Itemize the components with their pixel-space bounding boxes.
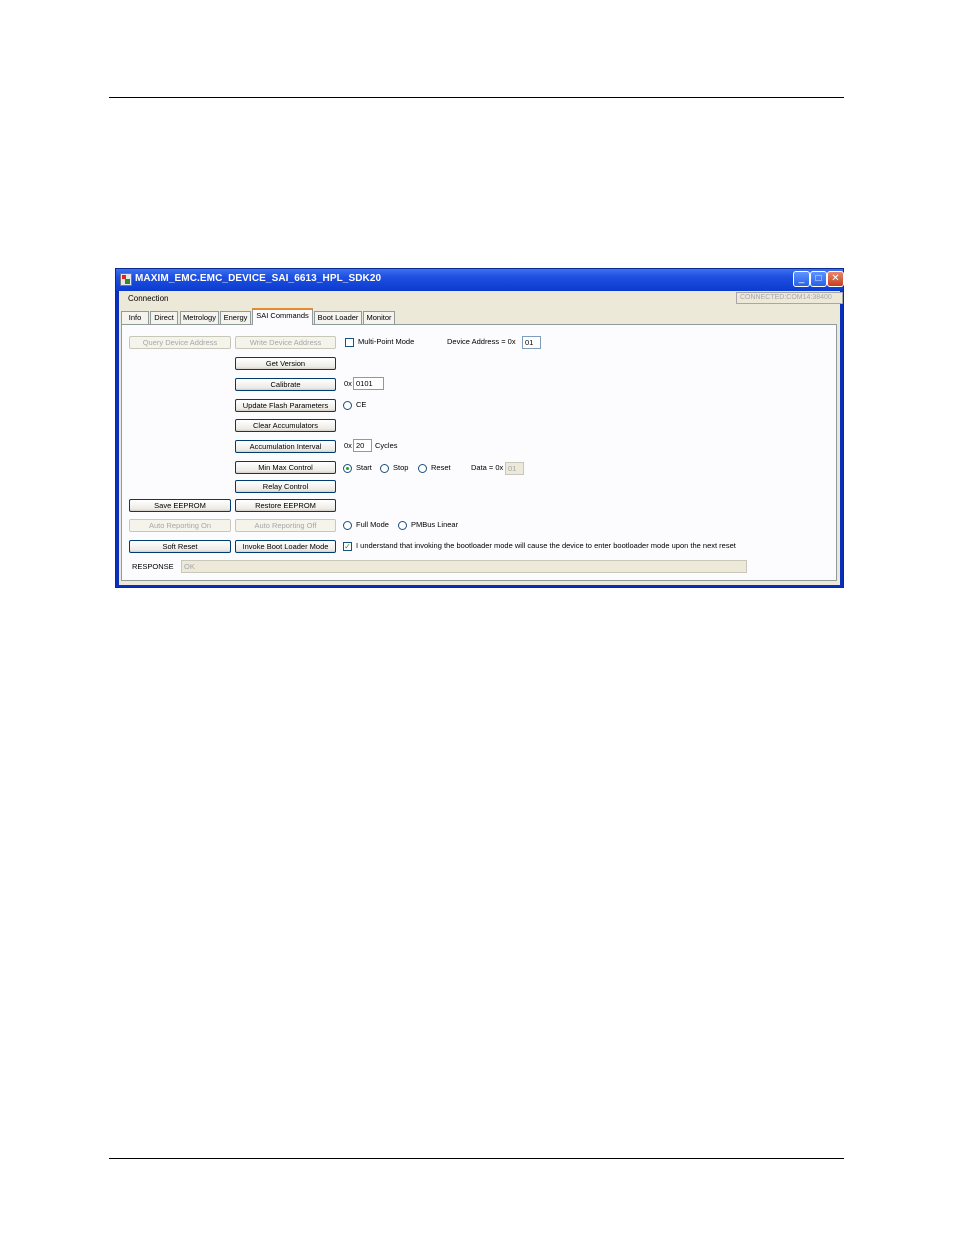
tab-energy[interactable]: Energy: [220, 311, 251, 324]
data-output: 01: [505, 462, 524, 475]
start-label: Start: [356, 463, 372, 472]
footer-rule: [109, 1158, 844, 1159]
sai-commands-panel: Query Device Address Write Device Addres…: [121, 324, 837, 581]
accumulation-interval-input[interactable]: 20: [353, 439, 372, 452]
interval-unit: Cycles: [375, 441, 398, 450]
multi-point-mode-label: Multi-Point Mode: [358, 337, 415, 346]
tab-metrology[interactable]: Metrology: [180, 311, 219, 324]
auto-reporting-on-button[interactable]: Auto Reporting On: [129, 519, 231, 532]
connection-status: CONNECTED:COM14:38400: [736, 292, 843, 304]
full-mode-radio[interactable]: [343, 521, 352, 530]
interval-prefix: 0x: [344, 441, 352, 450]
menu-connection[interactable]: Connection: [128, 294, 168, 303]
minimize-button[interactable]: _: [793, 271, 810, 287]
calibrate-input[interactable]: 0101: [353, 377, 384, 390]
calibrate-button[interactable]: Calibrate: [235, 378, 336, 391]
save-eeprom-button[interactable]: Save EEPROM: [129, 499, 231, 512]
bootloader-ack-checkbox[interactable]: ✓: [343, 542, 352, 551]
device-address-label: Device Address = 0x: [447, 337, 516, 346]
query-device-address-button[interactable]: Query Device Address: [129, 336, 231, 349]
window-title: MAXIM_EMC.EMC_DEVICE_SAI_6613_HPL_SDK20: [135, 273, 382, 284]
response-output: OK: [181, 560, 747, 573]
multi-point-mode-checkbox[interactable]: [345, 338, 354, 347]
pmbus-linear-radio[interactable]: [398, 521, 407, 530]
device-address-input[interactable]: 01: [522, 336, 541, 349]
auto-reporting-off-button[interactable]: Auto Reporting Off: [235, 519, 336, 532]
header-rule: [109, 97, 844, 98]
accumulation-interval-button[interactable]: Accumulation Interval: [235, 440, 336, 453]
tab-boot-loader[interactable]: Boot Loader: [314, 311, 362, 324]
bootloader-ack-label: I understand that invoking the bootloade…: [356, 541, 736, 550]
min-max-control-button[interactable]: Min Max Control: [235, 461, 336, 474]
tab-direct[interactable]: Direct: [150, 311, 178, 324]
tab-info[interactable]: Info: [121, 311, 149, 324]
ce-radio[interactable]: [343, 401, 352, 410]
start-radio[interactable]: [343, 464, 352, 473]
stop-label: Stop: [393, 463, 409, 472]
restore-eeprom-button[interactable]: Restore EEPROM: [235, 499, 336, 512]
get-version-button[interactable]: Get Version: [235, 357, 336, 370]
app-window: MAXIM_EMC.EMC_DEVICE_SAI_6613_HPL_SDK20 …: [115, 268, 844, 588]
window-client: Connection CONNECTED:COM14:38400 Info Di…: [119, 291, 843, 585]
calibrate-prefix: 0x: [344, 379, 352, 388]
data-label: Data = 0x: [471, 463, 504, 472]
soft-reset-button[interactable]: Soft Reset: [129, 540, 231, 553]
full-mode-label: Full Mode: [356, 520, 389, 529]
reset-radio[interactable]: [418, 464, 427, 473]
update-flash-parameters-button[interactable]: Update Flash Parameters: [235, 399, 336, 412]
app-icon: [120, 273, 132, 286]
invoke-boot-loader-mode-button[interactable]: Invoke Boot Loader Mode: [235, 540, 336, 553]
maximize-button[interactable]: □: [810, 271, 827, 287]
tab-monitor[interactable]: Monitor: [363, 311, 395, 324]
tab-sai-commands[interactable]: SAI Commands: [252, 308, 313, 325]
write-device-address-button[interactable]: Write Device Address: [235, 336, 336, 349]
ce-label: CE: [356, 400, 367, 409]
relay-control-button[interactable]: Relay Control: [235, 480, 336, 493]
stop-radio[interactable]: [380, 464, 389, 473]
menu-bar: Connection CONNECTED:COM14:38400: [119, 291, 843, 307]
close-button[interactable]: ✕: [827, 271, 844, 287]
pmbus-linear-label: PMBus Linear: [411, 520, 459, 529]
response-label: RESPONSE: [132, 562, 174, 571]
title-bar[interactable]: MAXIM_EMC.EMC_DEVICE_SAI_6613_HPL_SDK20 …: [116, 269, 844, 291]
reset-label: Reset: [431, 463, 451, 472]
clear-accumulators-button[interactable]: Clear Accumulators: [235, 419, 336, 432]
